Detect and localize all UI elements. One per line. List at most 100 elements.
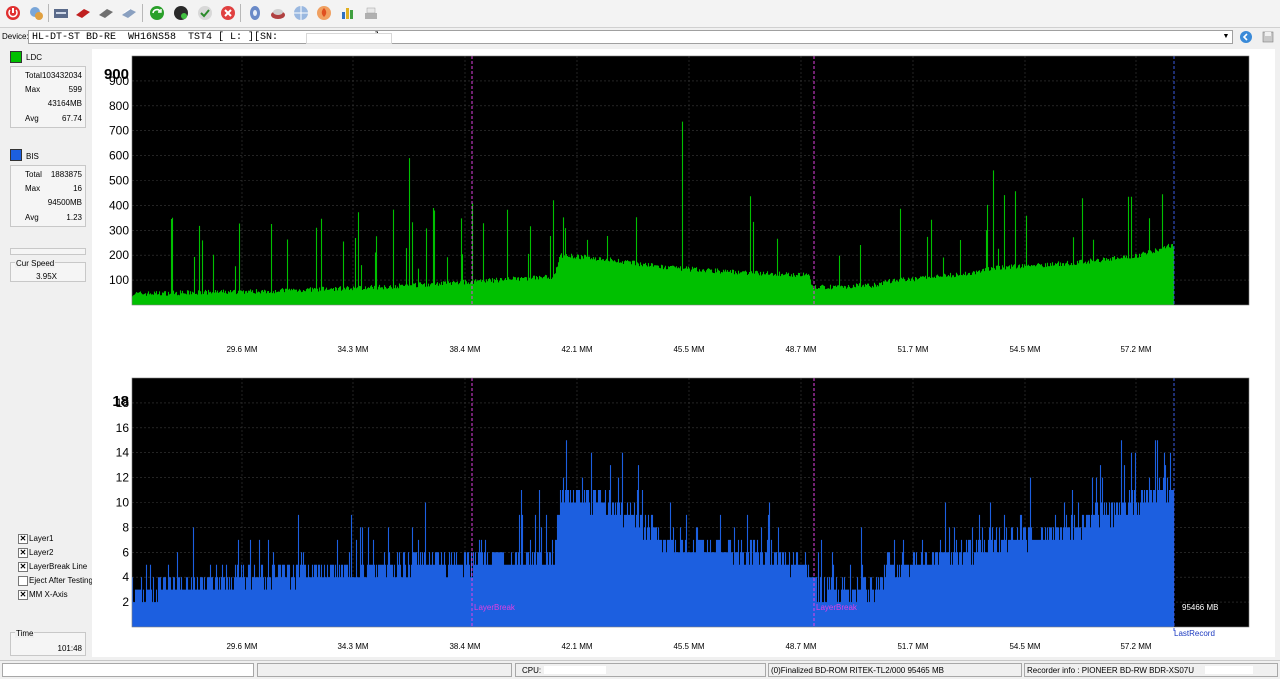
disc-blue-icon[interactable]: [246, 4, 264, 22]
ldc-stats: Total 103432034 Max 599 43164MB Avg 67.74: [10, 66, 86, 128]
eject-check-mark: [18, 576, 28, 586]
ldc-legend-swatch: [10, 51, 22, 63]
time-label: Time: [15, 629, 35, 638]
status-pane-cpu: CPU:: [515, 663, 766, 677]
x-tick-label: 48.7 MM: [785, 345, 816, 354]
stop-icon[interactable]: [219, 4, 237, 22]
charts-svg: 100 200 300 400 500 600 700 800 900 29.6 MM 34.3 M…: [104, 55, 1250, 651]
ldc-total-row: Total 103432034: [25, 71, 82, 80]
x-tick-label: 42.1 MM: [561, 642, 592, 651]
y-tick-label: 4: [122, 570, 129, 584]
ldc-legend-label: LDC: [26, 53, 43, 62]
layer1-check-mark: ✕: [18, 534, 28, 544]
time-value: 101:48: [57, 644, 82, 653]
layer-break-label: LayerBreak: [474, 603, 516, 612]
x-tick-label: 29.6 MM: [226, 345, 257, 354]
status-pane-disc-info: (0)Finalized BD-ROM RITEK-TL2/000 95465 …: [768, 663, 1022, 677]
status-bar: CPU: (0)Finalized BD-ROM RITEK-TL2/000 9…: [0, 660, 1280, 679]
x-tick-label: 38.4 MM: [449, 642, 480, 651]
x-tick-label: 38.4 MM: [449, 345, 480, 354]
bis-avg-row: Avg 1.23: [25, 213, 82, 222]
globe-icon[interactable]: [172, 4, 190, 22]
cur-speed-box: Cur Speed 3.95X: [10, 259, 86, 282]
save-icon[interactable]: [1261, 30, 1275, 44]
status-pane-progress: [2, 663, 254, 677]
x-tick-label: 57.2 MM: [1120, 345, 1151, 354]
y-tick-label: 100: [109, 273, 129, 287]
layer2-check-mark: ✕: [18, 548, 28, 558]
layer-break-label: LayerBreak: [816, 603, 858, 612]
cpu-label: CPU:: [522, 666, 542, 675]
last-record-label: LastRecord: [1174, 629, 1215, 638]
x-tick-label: 54.5 MM: [1009, 642, 1040, 651]
progress-bar: [10, 248, 86, 255]
x-tick-label: 34.3 MM: [337, 345, 368, 354]
y-tick-label: 16: [116, 421, 130, 435]
y-tick-label: 700: [109, 124, 129, 138]
x-tick-label: 45.5 MM: [673, 345, 704, 354]
serial-number-field: [306, 33, 392, 44]
y-tick-label: 300: [109, 223, 129, 237]
y-tick-label: 500: [109, 174, 129, 188]
copy-icon[interactable]: [120, 4, 138, 22]
eject-icon[interactable]: [269, 4, 287, 22]
time-box: Time 101:48: [10, 629, 86, 656]
flame-icon[interactable]: [315, 4, 333, 22]
status-pane-recorder-info: Recorder info : PIONEER BD-RW BDR-XS07U: [1024, 663, 1278, 677]
network-icon[interactable]: [292, 4, 310, 22]
x-tick-label: 29.6 MM: [226, 642, 257, 651]
toolbar: [0, 0, 1280, 28]
sidebar: LDC Total 103432034 Max 599 43164MB Avg 67.…: [8, 49, 93, 657]
bis-max-position-row: 94500MB: [47, 198, 82, 207]
recorder-info-field: [1205, 666, 1253, 674]
cur-speed-value: 3.95X: [36, 272, 57, 281]
cpu-meter: [544, 666, 606, 674]
bis-total-row: Total 1883875: [25, 170, 82, 179]
check-icon[interactable]: [196, 4, 214, 22]
device-select[interactable]: HL-DT-ST BD-RE WH16NS58 TST4 [ L: ][SN: …: [28, 30, 1233, 44]
y-tick-label: 10: [116, 496, 130, 510]
layerbreak-check-mark: ✕: [18, 562, 28, 572]
x-tick-label: 57.2 MM: [1120, 642, 1151, 651]
y-tick-label: 8: [122, 520, 129, 534]
y-tick-label: 600: [109, 149, 129, 163]
x-tick-label: 51.7 MM: [897, 345, 928, 354]
refresh-icon[interactable]: [148, 4, 166, 22]
x-tick-label: 45.5 MM: [673, 642, 704, 651]
ldc-max-position-row: 43164MB: [47, 99, 82, 108]
y-tick-label: 200: [109, 248, 129, 262]
bis-max-row: Max 16: [25, 184, 82, 193]
drive-icon[interactable]: [52, 4, 70, 22]
x-tick-label: 34.3 MM: [337, 642, 368, 651]
chart-area: 100 200 300 400 500 600 700 800 900 29.6 MM 34.3 M…: [92, 49, 1275, 657]
disc-gray-icon[interactable]: [97, 4, 115, 22]
y-tick-label: 12: [116, 471, 130, 485]
y-tick-label: 400: [109, 198, 129, 212]
scanner-icon[interactable]: [362, 4, 380, 22]
y-tick-label: 800: [109, 99, 129, 113]
power-icon[interactable]: [4, 4, 22, 22]
settings-icon[interactable]: [27, 4, 45, 22]
y-tick-label: 6: [122, 545, 129, 559]
x-tick-label: 51.7 MM: [897, 642, 928, 651]
bis-legend-swatch: [10, 149, 22, 161]
cur-speed-label: Cur Speed: [15, 259, 56, 268]
chevron-down-icon[interactable]: ▼: [1220, 31, 1232, 43]
mm-x-axis-check-mark: ✕: [18, 590, 28, 600]
ldc-avg-row: Avg 67.74: [25, 114, 82, 123]
y-axis-top-label: 18: [112, 393, 129, 410]
recorder-info-text: Recorder info : PIONEER BD-RW BDR-XS07U: [1027, 666, 1195, 675]
bis-stats: Total 1883875 Max 16 94500MB Avg 1.23: [10, 165, 86, 227]
device-label: Device:: [2, 32, 29, 41]
disc-red-icon[interactable]: [74, 4, 92, 22]
back-icon[interactable]: [1239, 30, 1253, 44]
y-axis-top-label: 900: [104, 66, 129, 83]
bis-legend-label: BIS: [26, 152, 39, 161]
chart-icon[interactable]: [339, 4, 357, 22]
disc-info-text: (0)Finalized BD-ROM RITEK-TL2/000 95465 …: [771, 666, 944, 675]
end-size-label: 95466 MB: [1182, 603, 1218, 612]
x-tick-label: 48.7 MM: [785, 642, 816, 651]
y-tick-label: 14: [116, 446, 130, 460]
y-tick-label: 2: [122, 595, 129, 609]
status-pane-message: [257, 663, 512, 677]
